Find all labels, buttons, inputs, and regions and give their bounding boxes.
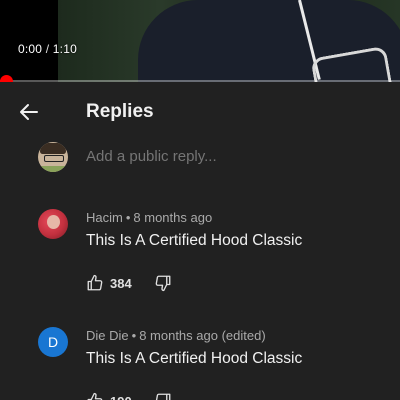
avatar-shirt <box>38 166 68 172</box>
video-frame <box>58 0 400 82</box>
like-button[interactable]: 190 <box>86 392 132 400</box>
reply-text: This Is A Certified Hood Classic <box>86 232 303 249</box>
thumbs-down-icon <box>155 275 171 292</box>
current-time: 0:00 <box>18 42 43 56</box>
thumbs-down-icon <box>155 393 171 400</box>
add-reply-row <box>0 140 400 180</box>
timestamp: 8 months ago (edited) <box>139 328 266 343</box>
replies-header: Replies <box>0 83 400 139</box>
avatar[interactable]: D <box>38 327 68 357</box>
avatar[interactable] <box>38 209 68 239</box>
back-button[interactable] <box>12 95 46 129</box>
scrubber-handle[interactable] <box>0 75 13 82</box>
time-readout: 0:00 / 1:10 <box>18 42 77 56</box>
meta-separator: • <box>131 328 137 343</box>
avatar-face <box>47 215 60 229</box>
reply-text: This Is A Certified Hood Classic <box>86 350 303 367</box>
dislike-button[interactable] <box>154 392 172 400</box>
like-count: 384 <box>110 275 132 291</box>
meta-separator: • <box>125 210 131 225</box>
timestamp: 8 months ago <box>133 210 213 225</box>
avatar-hair <box>40 143 66 154</box>
video-player[interactable]: 0:00 / 1:10 <box>0 0 400 82</box>
duration: 1:10 <box>52 42 77 56</box>
like-button[interactable]: 384 <box>86 274 132 292</box>
time-separator: / <box>45 42 50 56</box>
app-screen: 0:00 / 1:10 Replies Hacim•8 <box>0 0 400 400</box>
author-name[interactable]: Hacim <box>86 210 123 225</box>
reply-meta: Hacim • 8 months ago <box>86 210 212 225</box>
dislike-button[interactable] <box>154 274 172 292</box>
reply-input[interactable] <box>86 148 376 165</box>
arrow-left-icon <box>20 104 38 120</box>
avatar-letter: D <box>47 334 59 350</box>
reply-actions: 190 <box>86 391 172 400</box>
like-count: 190 <box>110 394 132 400</box>
thumbs-up-icon <box>87 392 103 400</box>
reply-meta: Die Die • 8 months ago (edited) <box>86 328 266 343</box>
avatar-glasses <box>44 155 64 162</box>
avatar <box>38 142 68 172</box>
progress-bar[interactable] <box>0 75 400 82</box>
author-name[interactable]: Die Die <box>86 328 129 343</box>
reply-actions: 384 <box>86 273 172 293</box>
page-title: Replies <box>86 101 154 122</box>
thumbs-up-icon <box>87 274 103 291</box>
